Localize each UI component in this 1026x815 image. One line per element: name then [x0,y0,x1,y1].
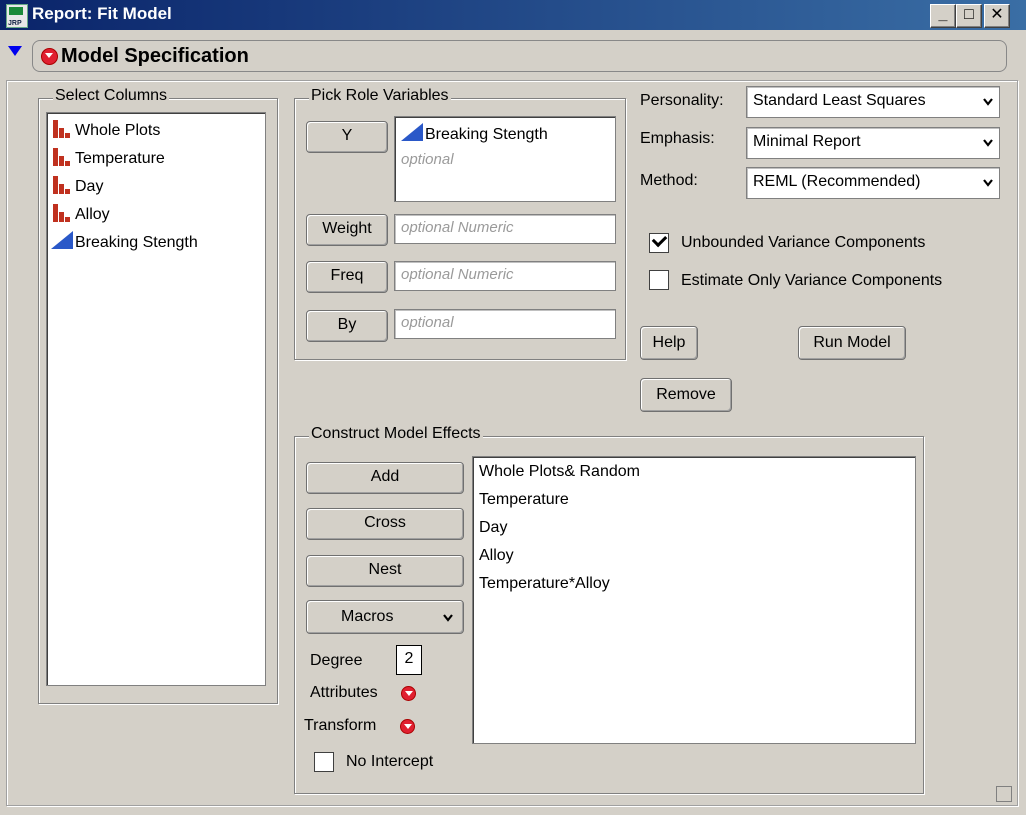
column-breaking-stength[interactable]: Breaking Stength [51,231,198,255]
nominal-bar-icon [51,204,73,222]
model-effects-list[interactable]: Whole Plots& Random Temperature Day Allo… [472,456,916,744]
personality-label: Personality: [640,92,724,109]
estimate-only-variance-checkbox[interactable] [649,270,669,290]
method-select[interactable]: REML (Recommended) [746,167,1000,199]
continuous-triangle-icon [401,123,423,141]
chevron-down-icon [983,139,993,147]
nest-effect-button[interactable]: Nest [306,555,464,587]
window-title: Report: Fit Model [32,4,172,23]
effect-item[interactable]: Day [479,519,507,537]
attributes-label[interactable]: Attributes [310,684,378,702]
run-model-button[interactable]: Run Model [798,326,906,360]
help-button[interactable]: Help [640,326,698,360]
title-bar: JRP Report: Fit Model _ □ ✕ [0,0,1026,30]
degree-label: Degree [310,652,363,669]
column-day[interactable]: Day [51,175,103,199]
close-icon: ✕ [990,6,1004,23]
minimize-button[interactable]: _ [930,4,956,28]
minimize-icon: _ [938,6,948,23]
maximize-icon: □ [964,6,974,23]
add-effect-button[interactable]: Add [306,462,464,494]
column-whole-plots[interactable]: Whole Plots [51,119,160,143]
effect-item[interactable]: Temperature [479,491,569,509]
maximize-button[interactable]: □ [956,4,982,28]
disclosure-triangle-icon[interactable] [8,46,22,56]
chevron-down-icon [983,179,993,187]
effect-item[interactable]: Temperature*Alloy [479,575,610,593]
cross-effect-button[interactable]: Cross [306,508,464,540]
construct-model-effects-legend: Construct Model Effects [309,425,483,443]
weight-role-field[interactable]: optional Numeric [394,214,616,244]
nominal-bar-icon [51,120,73,138]
emphasis-select[interactable]: Minimal Report [746,127,1000,159]
emphasis-label: Emphasis: [640,130,715,147]
close-button[interactable]: ✕ [984,4,1010,28]
freq-role-button[interactable]: Freq [306,261,388,293]
no-intercept-checkbox[interactable] [314,752,334,772]
remove-button[interactable]: Remove [640,378,732,412]
effect-item[interactable]: Alloy [479,547,514,565]
chevron-down-icon [443,614,453,622]
column-alloy[interactable]: Alloy [51,203,110,227]
unbounded-variance-label[interactable]: Unbounded Variance Components [681,234,925,252]
jrp-file-icon: JRP [6,4,28,28]
degree-input[interactable]: 2 [396,645,422,675]
macros-dropdown[interactable]: Macros [306,600,464,634]
model-specification-header: Model Specification [32,40,1007,72]
column-temperature[interactable]: Temperature [51,147,165,171]
y-role-item[interactable]: Breaking Stength [401,123,548,144]
y-role-list[interactable]: Breaking Stength optional [394,116,616,202]
effect-item[interactable]: Whole Plots& Random [479,463,640,481]
chevron-down-icon [983,98,993,106]
nominal-bar-icon [51,148,73,166]
weight-role-button[interactable]: Weight [306,214,388,246]
resize-grip[interactable] [996,786,1012,802]
y-role-placeholder: optional [401,151,454,168]
pick-role-legend: Pick Role Variables [309,87,451,105]
unbounded-variance-checkbox[interactable] [649,231,669,253]
nominal-bar-icon [51,176,73,194]
personality-select[interactable]: Standard Least Squares [746,86,1000,118]
by-role-button[interactable]: By [306,310,388,342]
freq-role-field[interactable]: optional Numeric [394,261,616,291]
column-list[interactable]: Whole Plots Temperature Day Alloy Breaki… [46,112,266,686]
continuous-triangle-icon [51,231,73,249]
attributes-menu-icon[interactable] [401,686,416,701]
checkmark-icon [651,231,668,248]
no-intercept-label[interactable]: No Intercept [346,753,433,771]
model-specification-title: Model Specification [61,45,249,67]
transform-label[interactable]: Transform [304,717,376,735]
by-role-field[interactable]: optional [394,309,616,339]
red-triangle-menu-icon[interactable] [41,48,58,65]
macros-label: Macros [341,608,394,625]
method-label: Method: [640,172,698,189]
y-role-button[interactable]: Y [306,121,388,153]
estimate-only-variance-label[interactable]: Estimate Only Variance Components [681,272,942,290]
select-columns-legend: Select Columns [53,87,170,105]
transform-menu-icon[interactable] [400,719,415,734]
